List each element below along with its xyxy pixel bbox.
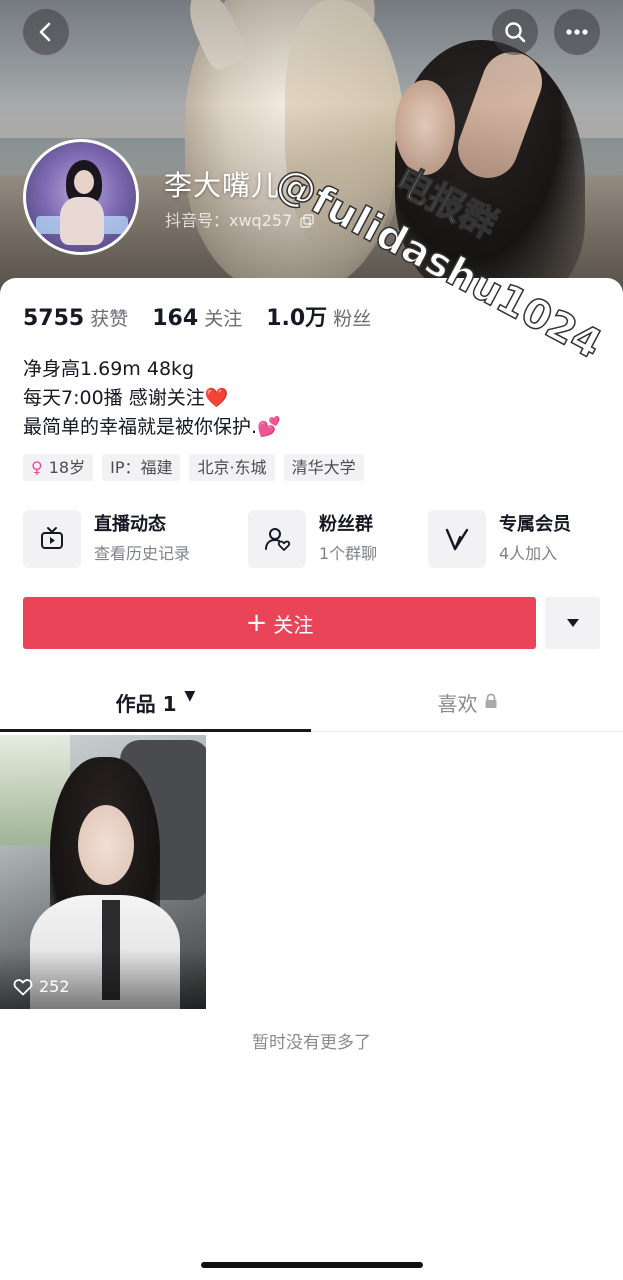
- feature-title: 专属会员: [499, 513, 571, 535]
- stat-label: 获赞: [90, 308, 129, 330]
- tag-age-text: 18岁: [48, 458, 86, 477]
- stats-row: 5755 获赞 164 关注 1.0万 粉丝: [23, 300, 395, 332]
- search-button[interactable]: [492, 9, 538, 55]
- bio-text: 每天7:00播 感谢关注: [23, 387, 205, 409]
- stat-number: 164: [152, 306, 199, 331]
- caret-down-icon: [566, 619, 579, 627]
- stat-number: 5755: [23, 306, 85, 331]
- stat-following[interactable]: 164 关注: [152, 304, 242, 331]
- feature-fan-group[interactable]: 粉丝群 1个群聊: [248, 509, 377, 569]
- video-likes: 252: [13, 977, 70, 996]
- fan-group-icon: [248, 510, 306, 568]
- tab-works[interactable]: 作品 1 ▼: [0, 680, 311, 732]
- profile-nickname: 李大嘴儿: [164, 169, 281, 202]
- tag-location[interactable]: 北京·东城: [189, 454, 275, 481]
- no-more-text: 暂时没有更多了: [252, 1033, 371, 1053]
- feature-live-history[interactable]: 直播动态 查看历史记录: [23, 509, 190, 569]
- stat-label: 粉丝: [333, 308, 372, 330]
- tab-likes-label: 喜欢: [437, 692, 478, 716]
- chevron-left-icon: [39, 22, 51, 42]
- tab-works-label: 作品 1: [115, 692, 177, 716]
- plus-icon: +: [245, 608, 268, 638]
- female-icon: ♀: [31, 458, 43, 477]
- stat-number: 1.0万: [266, 306, 328, 331]
- home-indicator: [201, 1262, 423, 1268]
- tag-school[interactable]: 清华大学: [283, 454, 364, 481]
- recommend-dropdown-button[interactable]: [545, 597, 600, 649]
- red-heart-emoji: ❤️: [204, 387, 229, 409]
- video-likes-count: 252: [39, 977, 70, 996]
- feature-subtitle: 查看历史记录: [94, 543, 191, 563]
- tag-age: ♀ 18岁: [23, 454, 94, 481]
- bio-text: 最简单的幸福就是被你保护.: [23, 416, 258, 438]
- stat-likes[interactable]: 5755 获赞: [23, 304, 128, 331]
- douyin-id-text: 抖音号：xwq257: [165, 211, 293, 230]
- feature-vip[interactable]: 专属会员 4人加入: [428, 509, 571, 569]
- more-horizontal-icon: [566, 29, 588, 35]
- search-icon: [505, 22, 526, 43]
- video-thumbnail[interactable]: [0, 735, 206, 1009]
- profile-tags: ♀ 18岁 IP：福建 北京·东城 清华大学: [23, 454, 373, 481]
- bio-line: 最简单的幸福就是被你保护.💕: [23, 413, 281, 442]
- two-hearts-emoji: 💕: [257, 416, 281, 438]
- bio-line: 每天7:00播 感谢关注❤️: [23, 384, 281, 413]
- stat-followers[interactable]: 1.0万 粉丝: [266, 300, 371, 332]
- feature-subtitle: 4人加入: [499, 543, 558, 563]
- stat-label: 关注: [204, 308, 243, 330]
- lock-icon: [485, 693, 496, 708]
- follow-button[interactable]: + 关注: [23, 597, 536, 649]
- tv-icon: [23, 510, 81, 568]
- feature-entries: 直播动态 查看历史记录 粉丝群 1个群聊 专属会员 4人加入: [23, 509, 603, 569]
- tag-ip: IP：福建: [102, 454, 181, 481]
- vip-v-icon: [428, 510, 486, 568]
- feature-title: 直播动态: [94, 513, 166, 535]
- heart-outline-icon: [13, 978, 33, 995]
- tab-likes[interactable]: 喜欢: [312, 680, 623, 732]
- active-tab-indicator: [0, 729, 311, 732]
- bio-line: 净身高1.69m 48kg: [23, 355, 281, 384]
- avatar[interactable]: [23, 139, 139, 255]
- content-tabs: 作品 1 ▼ 喜欢: [0, 680, 623, 732]
- back-button[interactable]: [23, 9, 69, 55]
- more-button[interactable]: [554, 9, 600, 55]
- caret-down-icon: ▼: [184, 688, 196, 704]
- profile-bio: 净身高1.69m 48kg 每天7:00播 感谢关注❤️ 最简单的幸福就是被你保…: [23, 355, 281, 442]
- feature-subtitle: 1个群聊: [319, 543, 378, 563]
- feature-title: 粉丝群: [319, 513, 373, 535]
- bio-text: 净身高1.69m 48kg: [23, 358, 195, 380]
- follow-label: 关注: [273, 612, 314, 637]
